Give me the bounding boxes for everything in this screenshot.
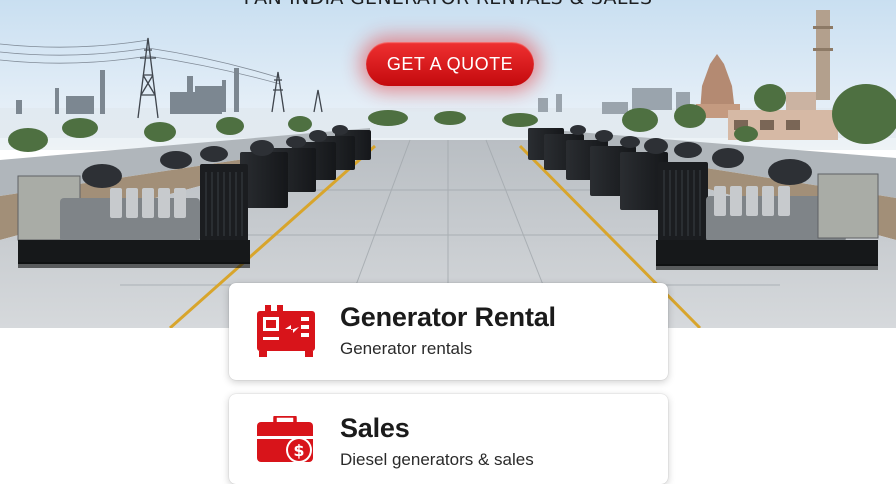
service-title: Sales [340, 413, 410, 443]
hero-banner: PAN-INDIA GENERATOR RENTALS & SALES GET … [0, 0, 896, 328]
service-title: Generator Rental [340, 302, 556, 332]
service-card-sales[interactable]: $ Sales Diesel generators & sales [229, 394, 668, 484]
service-subtitle: Generator rentals [340, 339, 473, 358]
service-card-generator-rental[interactable]: Generator Rental Generator rentals [229, 283, 668, 380]
svg-text:$: $ [293, 441, 304, 460]
service-subtitle: Diesel generators & sales [340, 450, 534, 469]
briefcase-dollar-icon: $ [257, 414, 315, 471]
generator-icon [257, 305, 315, 364]
get-a-quote-button[interactable]: GET A QUOTE [366, 42, 534, 86]
hero-title: PAN-INDIA GENERATOR RENTALS & SALES [0, 0, 896, 9]
